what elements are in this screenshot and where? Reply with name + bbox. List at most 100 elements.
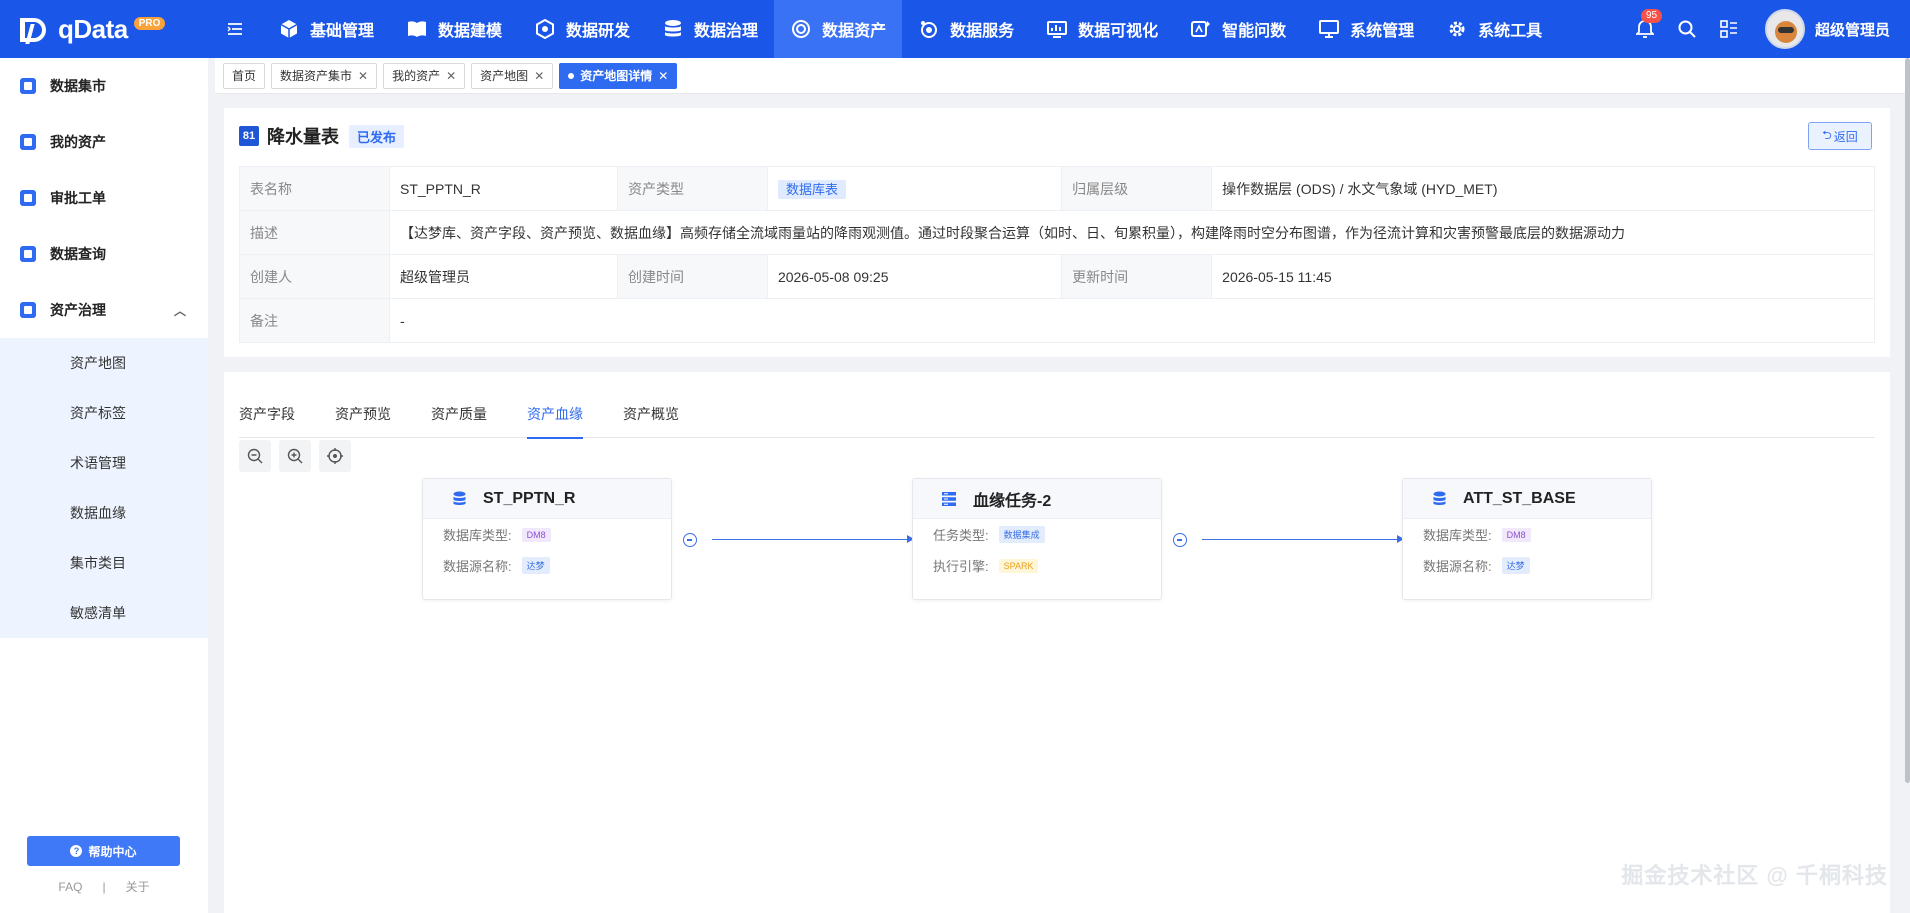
nav-item-system[interactable]: 系统管理 xyxy=(1302,0,1430,58)
sidebar-item-governance[interactable]: 资产治理 ︿ xyxy=(0,282,208,338)
query-icon xyxy=(20,246,36,262)
status-badge: 已发布 xyxy=(349,124,405,148)
market-icon xyxy=(20,78,36,94)
sidebar: 数据集市 我的资产 审批工单 数据查询 资产治理 ︿ 资产地图 资产标签 术语管… xyxy=(0,58,208,913)
collapse-icon[interactable] xyxy=(683,533,697,547)
zoom-out-icon[interactable] xyxy=(239,440,271,472)
table-name-value: ST_PPTN_R xyxy=(389,166,618,211)
tab-asset-map[interactable]: 资产地图 ✕ xyxy=(471,62,554,89)
service-icon xyxy=(918,18,940,40)
close-icon[interactable]: ✕ xyxy=(358,69,368,83)
lineage-node-source[interactable]: ST_PPTN_R 数据库类型: DM8 数据源名称: 达梦 xyxy=(422,478,672,600)
back-button[interactable]: ⮌ 返回 xyxy=(1808,122,1872,150)
sidebar-subitem-categories[interactable]: 集市类目 xyxy=(0,538,208,588)
creator-label: 创建人 xyxy=(239,254,390,299)
chevron-up-icon: ︿ xyxy=(173,303,186,318)
task-type-tag: 数据集成 xyxy=(998,526,1045,543)
level-label: 归属层级 xyxy=(1061,166,1213,211)
tab-my-assets[interactable]: 我的资产 ✕ xyxy=(383,62,466,89)
database-icon xyxy=(1431,491,1447,507)
nav-item-ai[interactable]: 智能问数 xyxy=(1174,0,1302,58)
tab-home[interactable]: 首页 xyxy=(223,62,266,89)
logo-mark-icon xyxy=(20,14,54,44)
node-title: ATT_ST_BASE xyxy=(1463,489,1576,507)
avatar[interactable] xyxy=(1764,9,1805,49)
sidebar-item-query[interactable]: 数据查询 xyxy=(0,226,208,282)
zoom-in-icon[interactable] xyxy=(279,440,311,472)
asset-info-card: 81 降水量表 已发布 ⮌ 返回 表名称 ST_PPTN_R 资产类型 数据库表… xyxy=(224,108,1890,357)
monitor-icon xyxy=(1318,18,1340,40)
tab-asset-preview[interactable]: 资产预览 xyxy=(335,386,391,438)
tab-asset-quality[interactable]: 资产质量 xyxy=(431,386,487,438)
updated-value: 2026-05-15 11:45 xyxy=(1211,254,1875,299)
nav-item-tools[interactable]: 系统工具 xyxy=(1430,0,1558,58)
lineage-edge xyxy=(1202,535,1404,543)
lineage-node-task[interactable]: 血缘任务-2 任务类型: 数据集成 执行引擎: SPARK xyxy=(912,478,1162,600)
datasource-tag: 达梦 xyxy=(521,557,550,574)
layout-icon[interactable] xyxy=(1711,11,1747,47)
lineage-node-target[interactable]: ATT_ST_BASE 数据库类型: DM8 数据源名称: 达梦 xyxy=(1402,478,1652,600)
main-nav: 基础管理 数据建模 数据研发 数据治理 数据资产 数据服务 数据可视化 智能问数… xyxy=(262,0,1558,58)
bell-icon[interactable]: 95 xyxy=(1627,9,1663,47)
gear-icon xyxy=(1446,18,1468,40)
sidebar-subitem-lineage[interactable]: 数据血缘 xyxy=(0,488,208,538)
sidebar-item-market[interactable]: 数据集市 xyxy=(0,58,208,114)
page-scrollbar[interactable] xyxy=(1905,58,1910,783)
nav-item-assets[interactable]: 数据资产 xyxy=(774,0,903,58)
sidebar-item-approval[interactable]: 审批工单 xyxy=(0,170,208,226)
nav-item-dev[interactable]: 数据研发 xyxy=(518,0,646,58)
asset-title-row: 81 降水量表 已发布 xyxy=(239,124,405,148)
nav-item-governance[interactable]: 数据治理 xyxy=(646,0,774,58)
task-icon xyxy=(941,491,957,507)
active-dot-icon xyxy=(568,72,575,79)
sidebar-subitem-asset-map[interactable]: 资产地图 xyxy=(0,338,208,388)
collapse-icon[interactable] xyxy=(1173,533,1187,547)
search-icon[interactable] xyxy=(1669,11,1705,47)
close-icon[interactable]: ✕ xyxy=(658,69,668,83)
sidebar-subitem-sensitive[interactable]: 敏感清单 xyxy=(0,588,208,638)
logo-text: qData xyxy=(58,13,128,44)
sidebar-item-my-assets[interactable]: 我的资产 xyxy=(0,114,208,170)
help-center-button[interactable]: ? 帮助中心 xyxy=(27,836,180,866)
sidebar-subitem-asset-tags[interactable]: 资产标签 xyxy=(0,388,208,438)
node-row: 数据源名称: 达梦 xyxy=(1403,550,1651,581)
nav-item-visual[interactable]: 数据可视化 xyxy=(1030,0,1174,58)
updated-label: 更新时间 xyxy=(1061,254,1213,299)
close-icon[interactable]: ✕ xyxy=(534,69,544,83)
tab-asset-overview[interactable]: 资产概览 xyxy=(623,386,679,438)
target-icon xyxy=(790,18,812,40)
node-row: 执行引擎: SPARK xyxy=(913,550,1161,581)
lineage-edge xyxy=(712,535,914,543)
asset-info-table: 表名称 ST_PPTN_R 资产类型 数据库表 归属层级 操作数据层 (ODS)… xyxy=(239,166,1875,343)
book-icon xyxy=(406,18,428,40)
tab-asset-map-detail[interactable]: 资产地图详情 ✕ xyxy=(559,62,678,89)
tab-asset-market[interactable]: 数据资产集市 ✕ xyxy=(271,62,378,89)
creator-value: 超级管理员 xyxy=(389,254,618,299)
database-icon xyxy=(662,18,684,40)
logo-badge: PRO xyxy=(133,16,166,30)
database-icon xyxy=(451,491,467,507)
nav-item-modeling[interactable]: 数据建模 xyxy=(390,0,518,58)
menu-toggle-icon[interactable] xyxy=(222,0,248,58)
locate-icon[interactable] xyxy=(319,440,351,472)
nav-item-basic[interactable]: 基础管理 xyxy=(262,0,390,58)
cube-icon xyxy=(278,18,300,40)
zoom-toolbar xyxy=(239,440,359,472)
table-name-label: 表名称 xyxy=(239,166,390,211)
tab-asset-fields[interactable]: 资产字段 xyxy=(239,386,295,438)
faq-link[interactable]: FAQ xyxy=(58,880,82,894)
about-link[interactable]: 关于 xyxy=(126,880,150,894)
asset-icon xyxy=(20,134,36,150)
sidebar-subitem-glossary[interactable]: 术语管理 xyxy=(0,438,208,488)
remark-value: - xyxy=(389,298,1875,343)
asset-type-tag: 数据库表 xyxy=(777,180,846,199)
ai-icon xyxy=(1190,18,1212,40)
app-logo[interactable]: qData PRO xyxy=(0,0,208,58)
nav-item-service[interactable]: 数据服务 xyxy=(902,0,1030,58)
help-icon: ? xyxy=(70,845,83,857)
user-name[interactable]: 超级管理员 xyxy=(1815,19,1890,40)
tab-asset-lineage[interactable]: 资产血缘 xyxy=(527,386,583,439)
top-right-tools: 95 超级管理员 xyxy=(1627,0,1910,58)
asset-type-label: 资产类型 xyxy=(616,166,768,211)
close-icon[interactable]: ✕ xyxy=(446,69,456,83)
